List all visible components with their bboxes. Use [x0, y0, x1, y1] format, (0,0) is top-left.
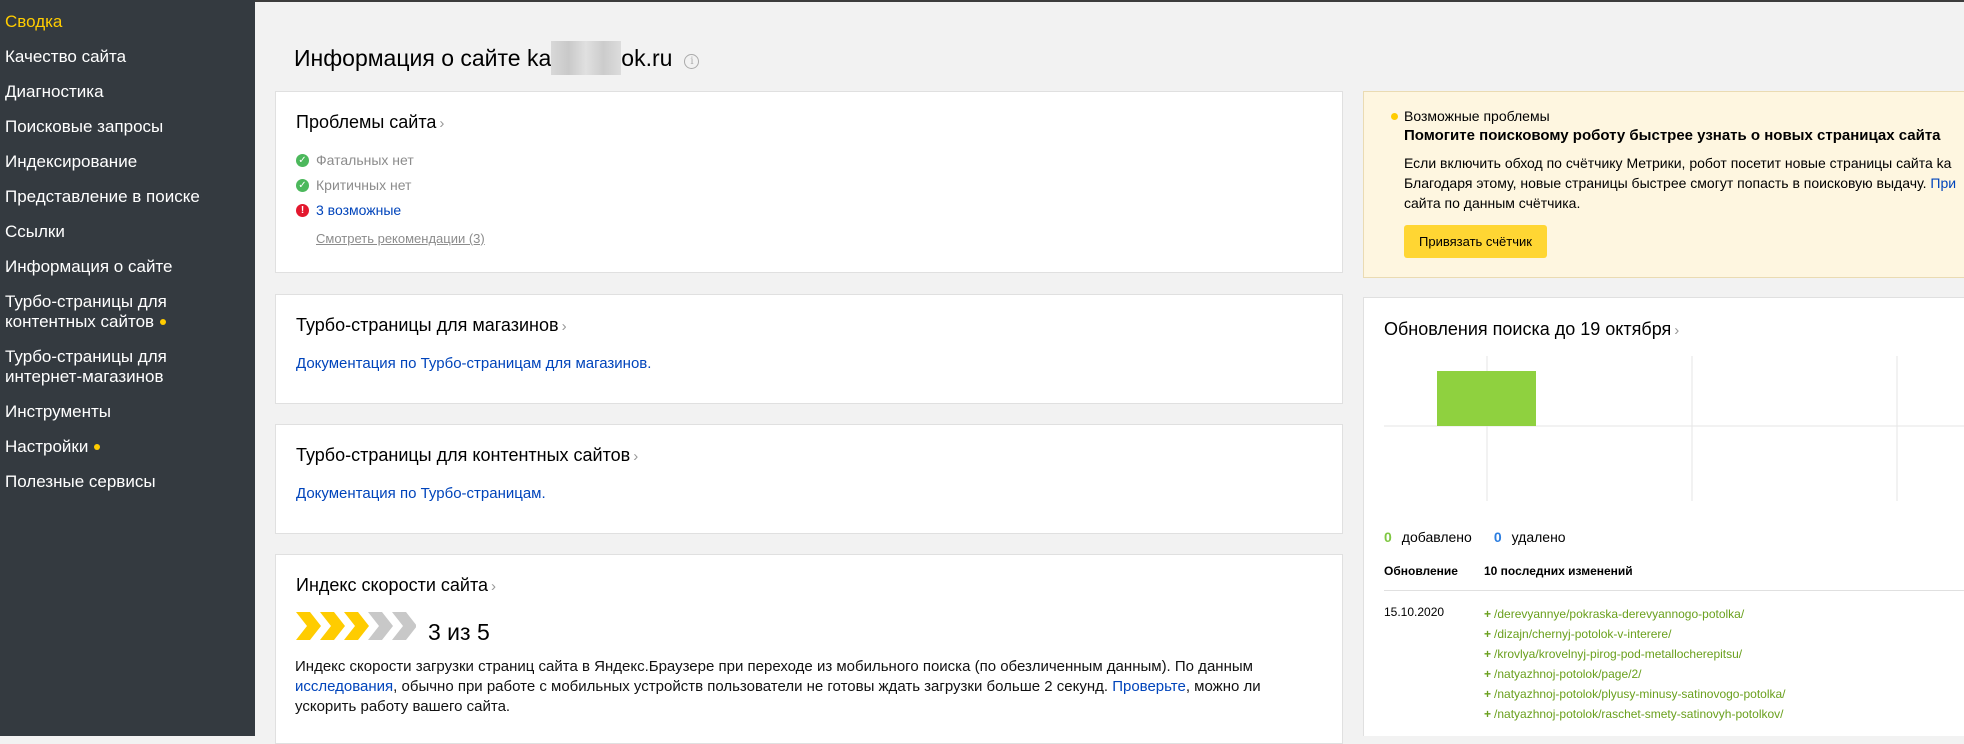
check-circle-icon: ✓ [296, 153, 309, 167]
attach-counter-button[interactable]: Привязать счётчик [1404, 225, 1547, 258]
sidebar-item-label: Турбо-страницы для [5, 347, 167, 366]
notice-more-link[interactable]: При [1930, 175, 1956, 191]
turbo-content-doc-link[interactable]: Документация по Турбо-страницам. [296, 485, 546, 503]
error-circle-icon: ! [296, 203, 309, 217]
notification-dot-icon [94, 443, 101, 450]
sidebar-item-indexing[interactable]: Индексирование [5, 152, 137, 172]
sidebar-item-settings[interactable]: Настройки [5, 437, 101, 457]
removed-label: удалено [1511, 529, 1566, 545]
rating-chevron-filled-icon [296, 612, 321, 640]
table-divider [1384, 590, 1964, 591]
sidebar-item-links[interactable]: Ссылки [5, 222, 65, 242]
sidebar-item-label: Турбо-страницы для [5, 292, 167, 311]
speed-score: 3 из 5 [428, 619, 490, 645]
sidebar-item-diagnostics[interactable]: Диагностика [5, 82, 104, 102]
chevron-right-icon: › [561, 318, 567, 335]
added-count: 0 [1384, 529, 1392, 545]
chart-bar [1437, 371, 1536, 426]
turbo-shops-doc-link[interactable]: Документация по Турбо-страницам для мага… [296, 355, 651, 373]
notice-body: Если включить обход по счётчику Метрики,… [1404, 155, 1957, 211]
rating-chevron-empty-icon [392, 612, 416, 640]
sidebar-item-label: контентных сайтов [5, 312, 155, 331]
sidebar-item-site-info[interactable]: Информация о сайте [5, 257, 173, 277]
rating-chevron-empty-icon [368, 612, 393, 640]
check-link[interactable]: Проверьте [1112, 678, 1186, 695]
sidebar-item-turbo-content[interactable]: Турбо-страницы для контентных сайтов [5, 292, 167, 332]
sidebar-item-search-appearance[interactable]: Представление в поиске [5, 187, 200, 207]
critical-status: ✓ Критичных нет [296, 176, 411, 194]
speed-description: Индекс скорости загрузки страниц сайта в… [295, 658, 1261, 715]
possible-problems-link[interactable]: 3 возможные [316, 202, 401, 218]
sidebar-item-tools[interactable]: Инструменты [5, 402, 111, 422]
list-item[interactable]: +/derevyannye/pokraska-derevyannogo-poto… [1484, 604, 1786, 624]
sidebar-item-summary[interactable]: Сводка [5, 12, 62, 32]
removed-count: 0 [1493, 529, 1502, 545]
plus-icon: + [1484, 687, 1492, 701]
turbo-content-title[interactable]: Турбо-страницы для контентных сайтов › [296, 444, 638, 468]
speed-index-title[interactable]: Индекс скорости сайта › [296, 574, 496, 598]
column-update: Обновление [1384, 564, 1458, 578]
plus-icon: + [1484, 607, 1492, 621]
list-item[interactable]: +/natyazhnoj-potolok/raschet-smety-satin… [1484, 704, 1786, 724]
chevron-right-icon: › [633, 448, 639, 465]
sidebar-item-label: интернет-магазинов [5, 367, 164, 386]
rating-chevron-filled-icon [320, 612, 345, 640]
warning-dot-icon [1391, 113, 1398, 120]
page-title: Информация о сайте ka ok.ru i [294, 41, 700, 77]
list-item[interactable]: +/natyazhnoj-potolok/plyusy-minusy-satin… [1484, 684, 1786, 704]
research-link[interactable]: исследования [295, 678, 393, 695]
sidebar-item-search-queries[interactable]: Поисковые запросы [5, 117, 163, 137]
plus-icon: + [1484, 667, 1492, 681]
sidebar-item-site-quality[interactable]: Качество сайта [5, 47, 126, 67]
turbo-shops-title[interactable]: Турбо-страницы для магазинов › [296, 314, 567, 338]
redacted-domain-blur [551, 41, 622, 75]
sidebar-item-label: Настройки [5, 437, 89, 456]
turbo-content-card: Турбо-страницы для контентных сайтов › До… [275, 424, 1343, 534]
search-updates-card: Обновления поиска до 19 октября › 0 добавл… [1363, 297, 1964, 736]
info-circle-icon[interactable]: i [684, 53, 700, 69]
updates-chart [1384, 356, 1964, 501]
notice-kicker: Возможные проблемы [1404, 108, 1550, 124]
page-title-suffix: ok.ru [621, 45, 673, 72]
column-changes: 10 последних изменений [1484, 564, 1633, 578]
possible-problem-notice: Возможные проблемы Помогите поисковому р… [1363, 91, 1964, 278]
update-date: 15.10.2020 [1384, 605, 1445, 619]
chevron-right-icon: › [1674, 322, 1680, 339]
fatal-status: ✓ Фатальных нет [296, 151, 414, 169]
plus-icon: + [1484, 707, 1492, 721]
chevron-right-icon: › [491, 578, 496, 595]
top-border [255, 0, 1964, 2]
list-item[interactable]: +/krovlya/krovelnyj-pirog-pod-metalloche… [1484, 644, 1786, 664]
update-counts: 0 добавлено 0 удалено [1384, 528, 1566, 546]
list-item[interactable]: +/dizajn/chernyj-potolok-v-interere/ [1484, 624, 1786, 644]
added-label: добавлено [1401, 529, 1472, 545]
list-item[interactable]: +/natyazhnoj-potolok/page/2/ [1484, 664, 1786, 684]
notice-title: Помогите поисковому роботу быстрее узнат… [1404, 127, 1941, 144]
site-problems-card: Проблемы сайта › ✓ Фатальных нет ✓ Критичны… [275, 91, 1343, 273]
sidebar-item-useful-services[interactable]: Полезные сервисы [5, 472, 156, 492]
sidebar: Сводка Качество сайта Диагностика Поиско… [0, 0, 255, 736]
rating-chevron-filled-icon [344, 612, 369, 640]
recommendations-link[interactable]: Смотреть рекомендации (3) [316, 231, 485, 246]
plus-icon: + [1484, 627, 1492, 641]
site-problems-title[interactable]: Проблемы сайта › [296, 111, 444, 135]
possible-status: ! 3 возможные [296, 201, 401, 219]
check-circle-icon: ✓ [296, 178, 309, 192]
chevron-right-icon: › [439, 115, 445, 132]
sidebar-item-turbo-shops[interactable]: Турбо-страницы для интернет-магазинов [5, 347, 167, 387]
turbo-shops-card: Турбо-страницы для магазинов › Документац… [275, 294, 1343, 404]
notification-dot-icon [160, 318, 167, 325]
page-title-prefix: Информация о сайте ka [294, 45, 552, 72]
speed-rating-chevrons [296, 612, 416, 640]
search-updates-title[interactable]: Обновления поиска до 19 октября › [1384, 318, 1679, 342]
changes-list: +/derevyannye/pokraska-derevyannogo-poto… [1484, 604, 1786, 724]
plus-icon: + [1484, 647, 1492, 661]
